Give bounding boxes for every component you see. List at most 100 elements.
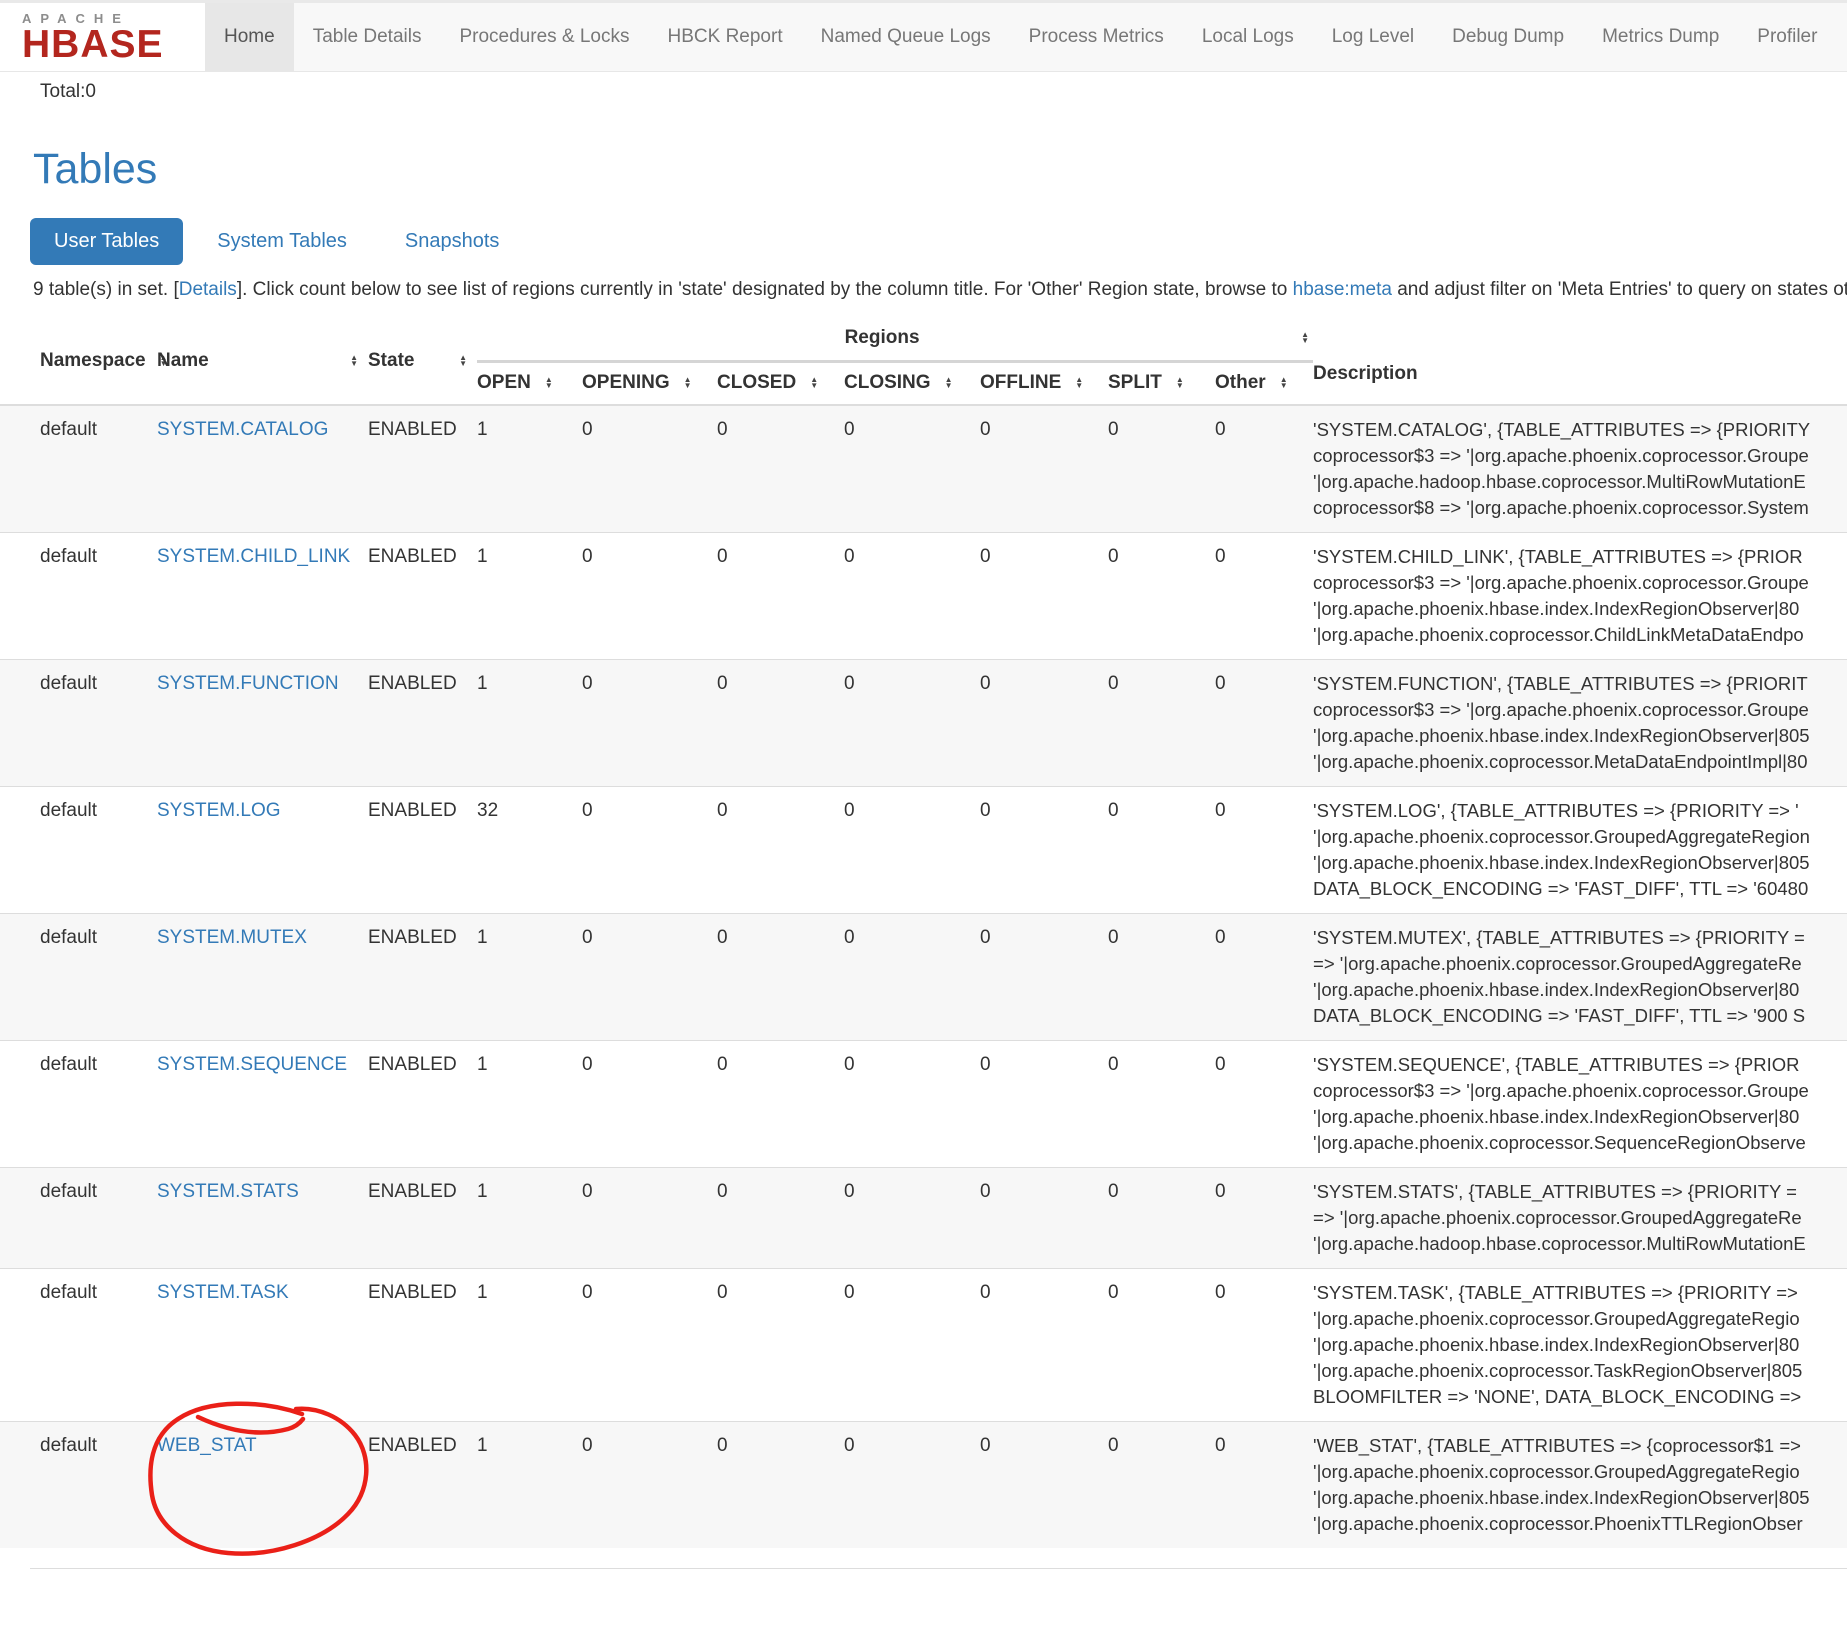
split-count[interactable]: 0: [1108, 787, 1215, 914]
split-count[interactable]: 0: [1108, 533, 1215, 660]
sort-icon[interactable]: ▲▼: [1280, 377, 1288, 389]
opening-count[interactable]: 0: [582, 914, 717, 1041]
nav-item-home[interactable]: Home: [205, 3, 294, 71]
closed-count[interactable]: 0: [717, 914, 844, 1041]
offline-count[interactable]: 0: [980, 1041, 1108, 1168]
open-count[interactable]: 1: [477, 1041, 582, 1168]
table-name-link[interactable]: WEB_STAT: [157, 1435, 257, 1456]
closing-count[interactable]: 0: [844, 1422, 980, 1549]
other-count[interactable]: 0: [1215, 787, 1313, 914]
nav-item-named-queue-logs[interactable]: Named Queue Logs: [802, 3, 1010, 71]
other-count[interactable]: 0: [1215, 405, 1313, 533]
closed-count[interactable]: 0: [717, 660, 844, 787]
offline-count[interactable]: 0: [980, 1269, 1108, 1422]
closing-count[interactable]: 0: [844, 405, 980, 533]
sort-icon[interactable]: ▲▼: [350, 355, 358, 367]
offline-count[interactable]: 0: [980, 405, 1108, 533]
tab-snapshots[interactable]: Snapshots: [381, 218, 524, 265]
offline-count[interactable]: 0: [980, 660, 1108, 787]
other-count[interactable]: 0: [1215, 533, 1313, 660]
closing-count[interactable]: 0: [844, 1269, 980, 1422]
opening-count[interactable]: 0: [582, 1041, 717, 1168]
tab-system-tables[interactable]: System Tables: [193, 218, 371, 265]
opening-count[interactable]: 0: [582, 405, 717, 533]
nav-item-local-logs[interactable]: Local Logs: [1183, 3, 1313, 71]
opening-count[interactable]: 0: [582, 1269, 717, 1422]
split-count[interactable]: 0: [1108, 1168, 1215, 1269]
hbase-meta-link[interactable]: hbase:meta: [1293, 279, 1392, 300]
offline-count[interactable]: 0: [980, 533, 1108, 660]
offline-count[interactable]: 0: [980, 1168, 1108, 1269]
sort-icon[interactable]: ▲▼: [810, 377, 818, 389]
table-name-link[interactable]: SYSTEM.MUTEX: [157, 927, 307, 948]
offline-count[interactable]: 0: [980, 787, 1108, 914]
sort-icon[interactable]: ▲▼: [1301, 332, 1309, 344]
split-count[interactable]: 0: [1108, 1422, 1215, 1549]
closed-count[interactable]: 0: [717, 1168, 844, 1269]
nav-item-debug-dump[interactable]: Debug Dump: [1433, 3, 1583, 71]
table-name-link[interactable]: SYSTEM.LOG: [157, 800, 281, 821]
hbase-logo[interactable]: APACHE HBASE: [0, 3, 205, 71]
table-name-link[interactable]: SYSTEM.CHILD_LINK: [157, 546, 350, 567]
closing-count[interactable]: 0: [844, 533, 980, 660]
closing-count[interactable]: 0: [844, 1168, 980, 1269]
nav-item-profiler[interactable]: Profiler: [1738, 3, 1836, 71]
table-name-link[interactable]: SYSTEM.TASK: [157, 1282, 289, 1303]
sort-icon[interactable]: ▲▼: [684, 377, 692, 389]
other-count[interactable]: 0: [1215, 1422, 1313, 1549]
other-count[interactable]: 0: [1215, 1269, 1313, 1422]
closing-count[interactable]: 0: [844, 914, 980, 1041]
opening-count[interactable]: 0: [582, 1168, 717, 1269]
open-count[interactable]: 1: [477, 660, 582, 787]
table-name-link[interactable]: SYSTEM.FUNCTION: [157, 673, 339, 694]
table-name-link[interactable]: SYSTEM.SEQUENCE: [157, 1054, 347, 1075]
state-cell: ENABLED: [368, 1168, 477, 1269]
opening-count[interactable]: 0: [582, 787, 717, 914]
closed-count[interactable]: 0: [717, 1269, 844, 1422]
split-count[interactable]: 0: [1108, 914, 1215, 1041]
sort-icon[interactable]: ▲▼: [459, 355, 467, 367]
split-count[interactable]: 0: [1108, 660, 1215, 787]
table-name-link[interactable]: SYSTEM.STATS: [157, 1181, 299, 1202]
tab-user-tables[interactable]: User Tables: [30, 218, 183, 265]
closed-count[interactable]: 0: [717, 1422, 844, 1549]
closing-count[interactable]: 0: [844, 660, 980, 787]
sort-icon[interactable]: ▲▼: [545, 377, 553, 389]
other-count[interactable]: 0: [1215, 1041, 1313, 1168]
other-count[interactable]: 0: [1215, 914, 1313, 1041]
nav-item-metrics-dump[interactable]: Metrics Dump: [1583, 3, 1738, 71]
offline-count[interactable]: 0: [980, 914, 1108, 1041]
open-count[interactable]: 1: [477, 1168, 582, 1269]
closed-count[interactable]: 0: [717, 533, 844, 660]
sort-icon[interactable]: ▲▼: [945, 377, 953, 389]
sort-icon[interactable]: ▲▼: [1075, 377, 1083, 389]
closing-count[interactable]: 0: [844, 787, 980, 914]
split-count[interactable]: 0: [1108, 1269, 1215, 1422]
nav-item-hbck-report[interactable]: HBCK Report: [649, 3, 802, 71]
offline-count[interactable]: 0: [980, 1422, 1108, 1549]
nav-item-log-level[interactable]: Log Level: [1313, 3, 1433, 71]
closing-count[interactable]: 0: [844, 1041, 980, 1168]
closed-count[interactable]: 0: [717, 405, 844, 533]
split-count[interactable]: 0: [1108, 1041, 1215, 1168]
open-count[interactable]: 1: [477, 914, 582, 1041]
opening-count[interactable]: 0: [582, 660, 717, 787]
nav-item-process-metrics[interactable]: Process Metrics: [1010, 3, 1183, 71]
open-count[interactable]: 1: [477, 405, 582, 533]
sort-icon[interactable]: ▲▼: [1176, 377, 1184, 389]
table-name-link[interactable]: SYSTEM.CATALOG: [157, 419, 328, 440]
details-link[interactable]: Details: [179, 279, 237, 300]
open-count[interactable]: 1: [477, 1269, 582, 1422]
open-count[interactable]: 1: [477, 1422, 582, 1549]
other-count[interactable]: 0: [1215, 1168, 1313, 1269]
opening-count[interactable]: 0: [582, 533, 717, 660]
nav-item-procedures-locks[interactable]: Procedures & Locks: [440, 3, 648, 71]
nav-item-table-details[interactable]: Table Details: [294, 3, 441, 71]
other-count[interactable]: 0: [1215, 660, 1313, 787]
closed-count[interactable]: 0: [717, 787, 844, 914]
open-count[interactable]: 32: [477, 787, 582, 914]
split-count[interactable]: 0: [1108, 405, 1215, 533]
open-count[interactable]: 1: [477, 533, 582, 660]
opening-count[interactable]: 0: [582, 1422, 717, 1549]
closed-count[interactable]: 0: [717, 1041, 844, 1168]
